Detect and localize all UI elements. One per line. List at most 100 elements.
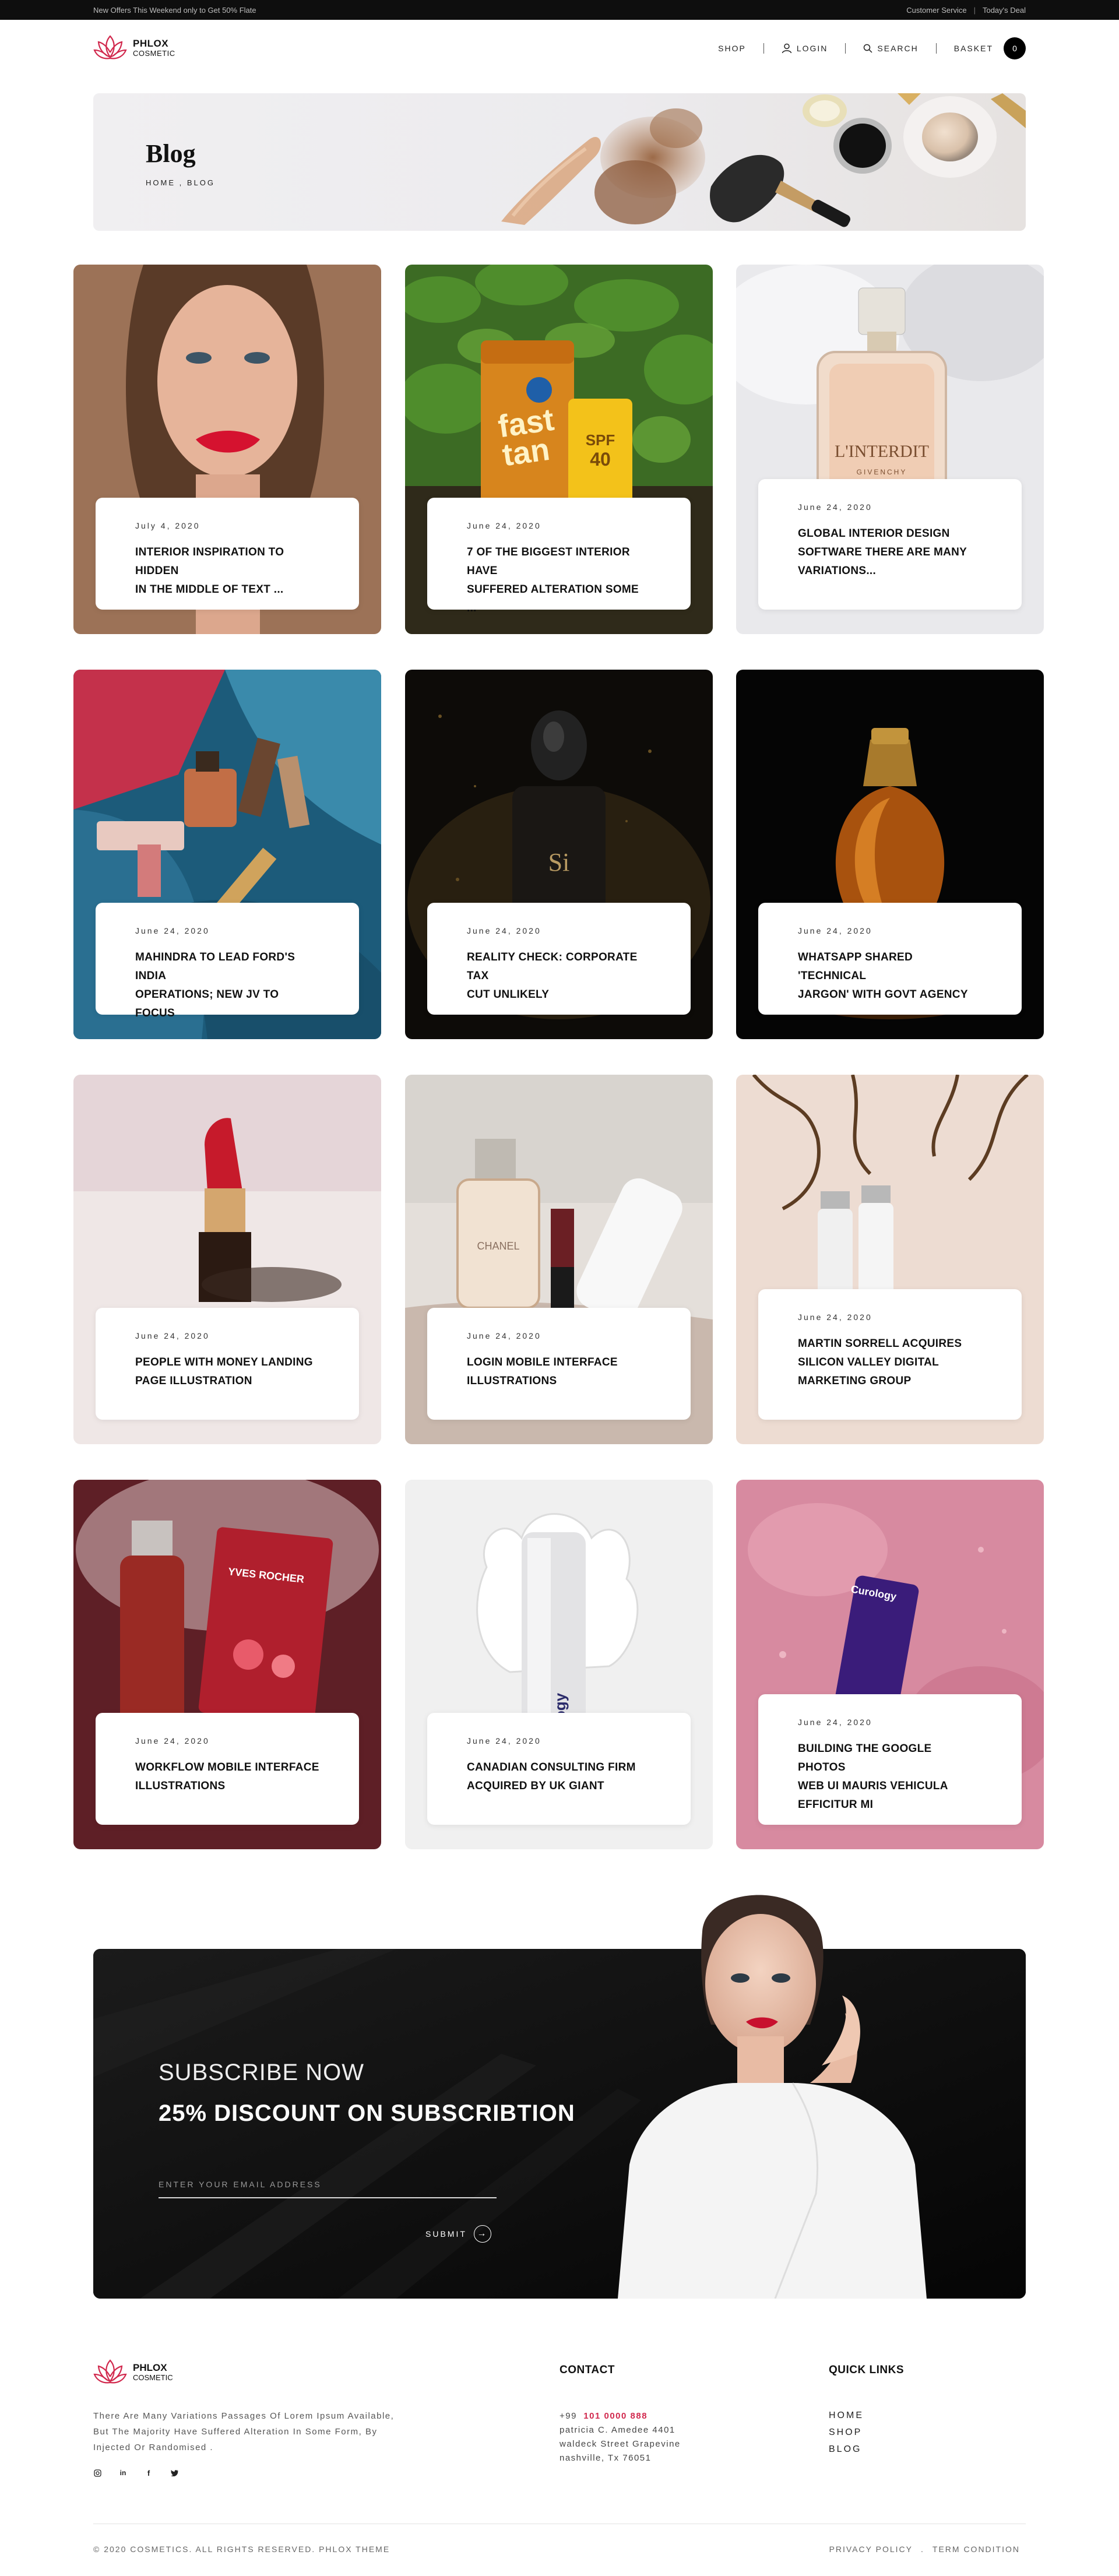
blog-card-title-line: WORKFLOW MOBILE INTERFACE bbox=[135, 1761, 319, 1773]
blog-card-date: June 24, 2020 bbox=[135, 1331, 210, 1340]
blog-card[interactable]: June 24, 2020 MAHINDRA TO LEAD FORD'S IND… bbox=[73, 670, 381, 1039]
site-logo[interactable]: PHLOX COSMETIC bbox=[93, 33, 175, 63]
blog-card-date: July 4, 2020 bbox=[135, 521, 200, 530]
submit-label: SUBMIT bbox=[425, 2229, 467, 2239]
blog-card-info: June 24, 2020 GLOBAL INTERIOR DESIGN SOFTW… bbox=[758, 479, 1022, 610]
footer-link-blog[interactable]: BLOG bbox=[829, 2441, 864, 2458]
footer-brand-sub: COSMETIC bbox=[133, 2373, 173, 2382]
blog-card-title[interactable]: 7 OF THE BIGGEST INTERIOR HAVE SUFFERED A… bbox=[467, 543, 651, 618]
blog-card-title[interactable]: CANADIAN CONSULTING FIRM ACQUIRED BY UK G… bbox=[467, 1758, 651, 1796]
blog-card[interactable]: Si June 24, 2020 REALITY CHECK: CORPORATE … bbox=[405, 670, 713, 1039]
phone-number: 101 0000 888 bbox=[583, 2411, 648, 2421]
facebook-icon[interactable]: f bbox=[145, 2469, 153, 2478]
blog-card-title-line: 7 OF THE BIGGEST INTERIOR HAVE bbox=[467, 546, 630, 577]
blog-card[interactable]: CHANEL June 24, 2020 LOGIN MOBILE INTERFAC… bbox=[405, 1075, 713, 1444]
main-nav: SHOP LOGIN SEARCH BASKET 0 bbox=[718, 37, 1026, 59]
svg-text:L'INTERDIT: L'INTERDIT bbox=[835, 442, 929, 461]
footer-link-home[interactable]: HOME bbox=[829, 2407, 864, 2424]
contact-details: +99 101 0000 888 patricia C. Amedee 4401… bbox=[560, 2409, 681, 2465]
blog-card[interactable]: YVES ROCHER June 24, 2020 WORKFLOW MOBILE … bbox=[73, 1480, 381, 1849]
twitter-icon[interactable] bbox=[170, 2469, 178, 2477]
submit-button[interactable]: SUBMIT → bbox=[425, 2225, 491, 2243]
phone-prefix: +99 bbox=[560, 2411, 577, 2421]
blog-card[interactable]: June 24, 2020 PEOPLE WITH MONEY LANDING PA… bbox=[73, 1075, 381, 1444]
blog-card-title[interactable]: INTERIOR INSPIRATION TO HIDDEN IN THE MID… bbox=[135, 543, 319, 599]
privacy-policy-link[interactable]: PRIVACY POLICY bbox=[829, 2545, 913, 2554]
nav-search-label: SEARCH bbox=[877, 44, 919, 53]
blog-card-title-line: CUT UNLIKELY bbox=[467, 988, 550, 1001]
blog-card-info: June 24, 2020 REALITY CHECK: CORPORATE TA… bbox=[427, 903, 691, 1015]
arrow-right-icon: → bbox=[473, 2225, 491, 2243]
blog-card-title-line: MARTIN SORRELL ACQUIRES bbox=[798, 1338, 962, 1350]
breadcrumb[interactable]: HOME , BLOG bbox=[146, 178, 215, 187]
blog-card-title-line: GLOBAL INTERIOR DESIGN bbox=[798, 527, 950, 540]
blog-card-title-line: INTERIOR INSPIRATION TO HIDDEN bbox=[135, 546, 284, 577]
blog-card-title[interactable]: WORKFLOW MOBILE INTERFACE ILLUSTRATIONS bbox=[135, 1758, 319, 1796]
svg-text:40: 40 bbox=[590, 449, 611, 470]
quick-links-title: QUICK LINKS bbox=[829, 2364, 904, 2376]
svg-text:SPF: SPF bbox=[586, 431, 615, 449]
blog-card[interactable]: L'INTERDIT GIVENCHY June 24, 2020 GLOBAL IN… bbox=[736, 265, 1044, 634]
blog-card-title[interactable]: LOGIN MOBILE INTERFACE ILLUSTRATIONS bbox=[467, 1353, 651, 1391]
blog-card-date: June 24, 2020 bbox=[467, 926, 541, 935]
address-line: waldeck Street Grapevine bbox=[560, 2439, 681, 2449]
blog-card[interactable]: Curology June 24, 2020 BUILDING THE GOOGLE… bbox=[736, 1480, 1044, 1849]
nav-search[interactable]: SEARCH bbox=[863, 44, 918, 53]
footer-link-shop[interactable]: SHOP bbox=[829, 2424, 864, 2441]
offer-text: New Offers This Weekend only to Get 50% … bbox=[93, 6, 256, 15]
instagram-icon[interactable] bbox=[93, 2469, 101, 2477]
blog-card-title-line: LOGIN MOBILE INTERFACE bbox=[467, 1356, 618, 1368]
footer-logo[interactable]: PHLOX COSMETIC bbox=[93, 2357, 173, 2387]
address-line: patricia C. Amedee 4401 bbox=[560, 2425, 675, 2435]
blog-card[interactable]: fast tan SPF 40 June 24, 2020 7 OF THE BIGGES… bbox=[405, 265, 713, 634]
footer-brand-name: PHLOX bbox=[133, 2362, 167, 2373]
blog-card-title-line: ILLUSTRATIONS bbox=[135, 1780, 226, 1792]
blog-card-title[interactable]: REALITY CHECK: CORPORATE TAX CUT UNLIKELY bbox=[467, 948, 651, 1004]
brand-name: PHLOX bbox=[133, 38, 169, 49]
hero-cosmetics-image bbox=[501, 93, 1026, 227]
nav-login[interactable]: LOGIN bbox=[782, 43, 828, 54]
blog-card-title-line: WEB UI MAURIS VEHICULA bbox=[798, 1780, 948, 1792]
nav-divider bbox=[845, 43, 846, 54]
blog-card[interactable]: CurologyJune 24, 2020CANADIAN CONSULTING… bbox=[405, 1480, 713, 1849]
about-line: But The Majority Have Suffered Alteratio… bbox=[93, 2427, 378, 2437]
legal-separator: . bbox=[921, 2545, 924, 2554]
blog-card-info: July 4, 2020 INTERIOR INSPIRATION TO HIDD… bbox=[96, 498, 359, 610]
blog-card-title[interactable]: PEOPLE WITH MONEY LANDING PAGE ILLUSTRATI… bbox=[135, 1353, 319, 1391]
blog-card-title-line: JARGON' WITH GOVT AGENCY bbox=[798, 988, 968, 1001]
about-line: There Are Many Variations Passages Of Lo… bbox=[93, 2411, 395, 2421]
customer-service-link[interactable]: Customer Service bbox=[906, 6, 966, 15]
blog-card-title[interactable]: BUILDING THE GOOGLE PHOTOS WEB UI MAURIS … bbox=[798, 1740, 982, 1814]
blog-card-title-line: BUILDING THE GOOGLE PHOTOS bbox=[798, 1743, 932, 1773]
nav-shop[interactable]: SHOP bbox=[718, 44, 746, 53]
blog-card-title-line: PAGE ILLUSTRATION bbox=[135, 1375, 252, 1387]
linkedin-icon[interactable]: in bbox=[119, 2469, 127, 2477]
blog-card-title[interactable]: MAHINDRA TO LEAD FORD'S INDIA OPERATIONS;… bbox=[135, 948, 319, 1023]
page-hero-banner: Blog HOME , BLOG bbox=[93, 93, 1026, 231]
nav-basket-label: BASKET bbox=[953, 44, 993, 53]
basket-count-badge: 0 bbox=[1004, 37, 1026, 59]
blog-card-title[interactable]: WHATSAPP SHARED 'TECHNICAL JARGON' WITH G… bbox=[798, 948, 982, 1004]
blog-card-title-line: REALITY CHECK: CORPORATE TAX bbox=[467, 951, 638, 982]
topbar-links: Customer Service | Today's Deal bbox=[906, 6, 1026, 15]
phone-row[interactable]: +99 101 0000 888 bbox=[560, 2409, 681, 2423]
blog-card[interactable]: June 24, 2020 WHATSAPP SHARED 'TECHNICAL J… bbox=[736, 670, 1044, 1039]
nav-basket[interactable]: BASKET 0 bbox=[954, 37, 1026, 59]
blog-card-info: June 24, 2020 BUILDING THE GOOGLE PHOTOS W… bbox=[758, 1694, 1022, 1825]
blog-card[interactable]: July 4, 2020 INTERIOR INSPIRATION TO HIDD… bbox=[73, 265, 381, 634]
terms-link[interactable]: TERM CONDITION bbox=[932, 2545, 1020, 2554]
blog-card[interactable]: June 24, 2020 MARTIN SORRELL ACQUIRES SILI… bbox=[736, 1075, 1044, 1444]
blog-card-date: June 24, 2020 bbox=[798, 502, 872, 512]
blog-card-title-line: OPERATIONS; NEW JV TO FOCUS bbox=[135, 988, 279, 1019]
svg-text:CHANEL: CHANEL bbox=[477, 1240, 519, 1252]
blog-card-title-line: PEOPLE WITH MONEY LANDING bbox=[135, 1356, 313, 1368]
blog-card-date: June 24, 2020 bbox=[798, 926, 872, 935]
blog-card-title[interactable]: MARTIN SORRELL ACQUIRES SILICON VALLEY DI… bbox=[798, 1335, 982, 1391]
email-input[interactable] bbox=[159, 2180, 497, 2198]
todays-deal-link[interactable]: Today's Deal bbox=[983, 6, 1026, 15]
nav-divider bbox=[763, 43, 764, 54]
blog-card-info: June 24, 2020 PEOPLE WITH MONEY LANDING PA… bbox=[96, 1308, 359, 1420]
blog-card-title[interactable]: GLOBAL INTERIOR DESIGN SOFTWARE THERE ARE… bbox=[798, 525, 982, 580]
lotus-logo-icon bbox=[93, 2359, 127, 2384]
blog-card-info: June 24, 2020 CANADIAN CONSULTING FIRM ACQ… bbox=[427, 1713, 691, 1825]
